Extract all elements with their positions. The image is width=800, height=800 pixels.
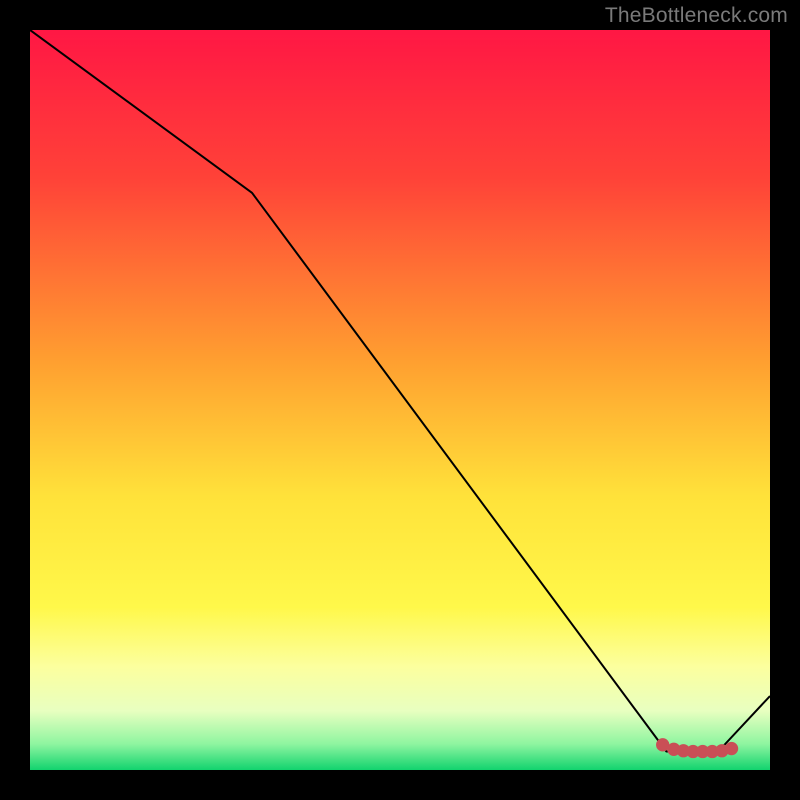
optimal-marker <box>725 742 738 755</box>
chart-stage: TheBottleneck.com <box>0 0 800 800</box>
watermark-text: TheBottleneck.com <box>605 4 788 28</box>
gradient-background <box>30 30 770 770</box>
bottleneck-chart <box>30 30 770 770</box>
plot-area <box>30 30 770 770</box>
